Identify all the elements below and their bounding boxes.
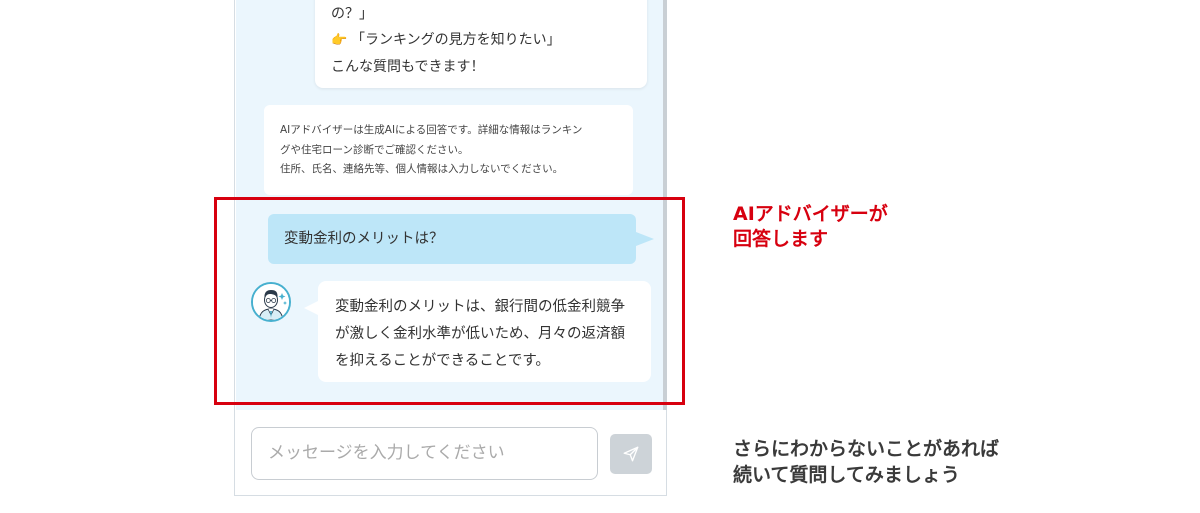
disclaimer-line: グや住宅ローン診断でご確認ください。 [280, 143, 469, 156]
intro-line: の？」 [331, 6, 373, 22]
disclaimer-notice: AIアドバイザーは生成AIによる回答です。詳細な情報はランキン グや住宅ローン診… [264, 105, 633, 195]
intro-bubble: の？」 👉 「ランキングの見方を知りたい」 こんな質問もできます！ [315, 0, 647, 88]
disclaimer-line: 住所、氏名、連絡先等、個人情報は入力しないでください。 [280, 163, 564, 175]
backhand-index-pointing-right-icon: 👉 [331, 33, 348, 48]
intro-line: 👉 「ランキングの見方を知りたい」 [331, 27, 633, 54]
follow-up-note-line: さらにわからないことがあれば [733, 438, 1000, 460]
follow-up-note: さらにわからないことがあれば 続いて質問してみましょう [733, 436, 999, 488]
send-button[interactable] [610, 434, 652, 474]
message-input[interactable]: メッセージを入力してください [251, 427, 598, 480]
intro-line-text: 「ランキングの見方を知りたい」 [351, 32, 561, 48]
ai-answer-note: AIアドバイザーが 回答します [733, 202, 888, 252]
follow-up-note-line: 続いて質問してみましょう [733, 464, 960, 486]
intro-line: こんな質問もできます！ [331, 59, 485, 75]
disclaimer-line: AIアドバイザーは生成AIによる回答です。詳細な情報はランキン [280, 124, 583, 136]
ai-answer-note-line: 回答します [733, 228, 829, 250]
ai-answer-highlight-frame [214, 197, 685, 405]
paper-plane-icon [623, 446, 639, 462]
ai-answer-note-line: AIアドバイザーが [733, 203, 888, 225]
